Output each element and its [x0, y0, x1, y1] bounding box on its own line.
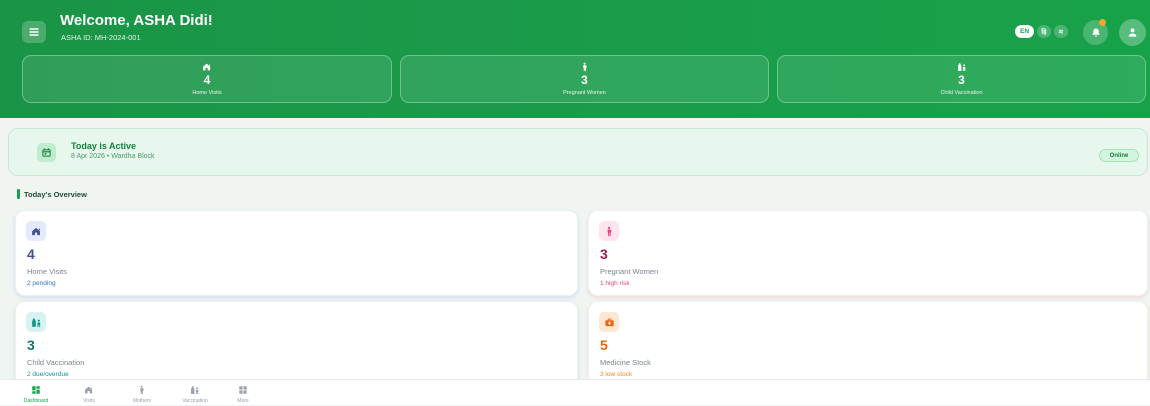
home-icon	[202, 62, 212, 72]
card-note: 2 pending	[27, 280, 56, 287]
stat-label: Home Visits	[192, 90, 222, 96]
bell-icon[interactable]	[1090, 27, 1102, 39]
bottom-navigation: Dashboard Visits Mothers Vaccination Mor…	[0, 379, 1150, 405]
stat-card-home-visits[interactable]: 4 Home Visits	[22, 55, 392, 103]
nav-label: More	[237, 398, 249, 404]
menu-button[interactable]	[22, 21, 46, 43]
user-icon[interactable]	[1126, 26, 1139, 39]
nav-item-more[interactable]: More	[221, 380, 265, 406]
baby-bottle-icon	[26, 312, 46, 332]
baby-bottle-icon	[957, 62, 967, 72]
nav-item-vaccination[interactable]: Vaccination	[173, 380, 217, 406]
welcome-title: Welcome, ASHA Didi!	[60, 12, 213, 29]
nav-label: Dashboard	[23, 398, 49, 404]
card-value: 4	[27, 246, 35, 262]
overview-card-medicine-stock[interactable]: 5 Medicine Stock 3 low stock	[588, 301, 1148, 387]
section-accent-bar	[17, 189, 20, 199]
card-note: 2 due/overdue	[27, 371, 69, 378]
asha-id: ASHA ID: MH-2024-001	[61, 33, 141, 42]
section-title: Today's Overview	[24, 190, 87, 199]
overview-card-home-visits[interactable]: 4 Home Visits 2 pending	[15, 210, 578, 296]
card-label: Child Vaccination	[27, 358, 85, 367]
stat-label: Child Vaccination	[940, 90, 983, 96]
medicine-box-icon	[599, 312, 619, 332]
stat-value: 4	[203, 73, 211, 87]
status-title: Today is Active	[71, 141, 137, 151]
menu-icon[interactable]	[28, 26, 40, 38]
app-header: Welcome, ASHA Didi! ASHA ID: MH-2024-001…	[0, 0, 1150, 118]
card-label: Medicine Stock	[600, 358, 651, 367]
card-label: Home Visits	[27, 267, 67, 276]
stat-card-child-vaccination[interactable]: 3 Child Vaccination	[777, 55, 1146, 103]
card-label: Pregnant Women	[600, 267, 659, 276]
dashboard-icon[interactable]	[31, 385, 41, 395]
language-marathi-button[interactable]: म	[1054, 25, 1068, 38]
status-date-location: 8 Apr 2026 • Wardha Block	[71, 153, 155, 160]
stat-value: 3	[958, 73, 965, 87]
language-hindi-button[interactable]: हि	[1037, 25, 1051, 38]
nav-item-visits[interactable]: Visits	[67, 380, 111, 406]
home-icon[interactable]	[84, 385, 94, 395]
calendar-icon	[37, 143, 56, 162]
card-value: 3	[600, 246, 608, 262]
stat-label: Pregnant Women	[563, 90, 606, 96]
notification-dot	[1099, 19, 1106, 26]
card-note: 1 high risk	[600, 280, 630, 287]
stat-card-pregnant-women[interactable]: 3 Pregnant Women	[400, 55, 769, 103]
pregnant-woman-icon	[580, 62, 590, 72]
pregnant-woman-icon[interactable]	[137, 385, 147, 395]
language-en-button[interactable]: EN	[1015, 25, 1034, 38]
apps-grid-icon[interactable]	[238, 385, 248, 395]
stat-value: 3	[581, 73, 588, 87]
overview-card-pregnant-women[interactable]: 3 Pregnant Women 1 high risk	[588, 210, 1148, 296]
pregnant-woman-icon	[599, 221, 619, 241]
day-status-card: Today is Active 8 Apr 2026 • Wardha Bloc…	[8, 128, 1148, 176]
nav-label: Visits	[83, 398, 95, 404]
card-note: 3 low stock	[600, 371, 633, 378]
card-value: 3	[27, 337, 35, 353]
baby-bottle-icon[interactable]	[190, 385, 200, 395]
profile-button[interactable]	[1119, 19, 1146, 46]
online-badge: Online	[1099, 149, 1139, 162]
card-value: 5	[600, 337, 608, 353]
nav-label: Mothers	[132, 398, 152, 404]
home-icon	[26, 221, 46, 241]
nav-item-mothers[interactable]: Mothers	[120, 380, 164, 406]
nav-label: Vaccination	[182, 398, 208, 404]
overview-card-child-vaccination[interactable]: 3 Child Vaccination 2 due/overdue	[15, 301, 578, 387]
nav-item-dashboard[interactable]: Dashboard	[14, 380, 58, 406]
